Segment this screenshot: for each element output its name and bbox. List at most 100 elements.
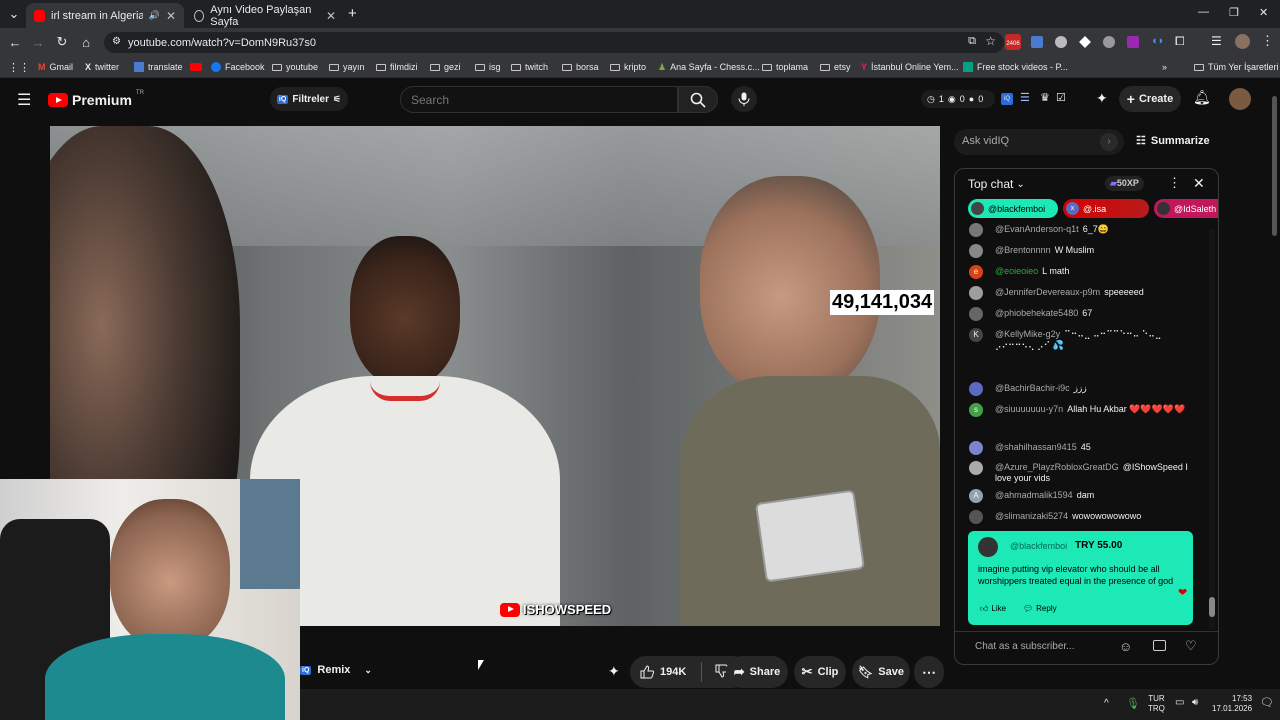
- tab-list-button[interactable]: ⌄: [2, 2, 26, 26]
- bookmark-pexels[interactable]: Free stock videos - P...: [963, 56, 1068, 78]
- network-icon[interactable]: ▭: [1175, 697, 1184, 708]
- puzzle-icon[interactable]: ⧠: [1175, 34, 1185, 49]
- install-icon[interactable]: ⧉: [968, 35, 976, 48]
- language-indicator[interactable]: TUR TRQ: [1148, 694, 1165, 714]
- pinned-donor-3[interactable]: @IdSaleth: [1154, 199, 1218, 218]
- chat-user[interactable]: @ahmadmalik1594: [995, 490, 1073, 500]
- notification-center-icon[interactable]: 🗨︎: [1260, 696, 1274, 709]
- bookmark-folder-filmdizi[interactable]: filmdizi: [376, 56, 418, 78]
- vidiq-list-icon[interactable]: ☰: [1020, 91, 1030, 104]
- save-button[interactable]: 🔖︎ Save: [852, 656, 910, 688]
- bookmark-folder-isg[interactable]: isg: [475, 56, 501, 78]
- scroll-thumb[interactable]: [1272, 96, 1277, 236]
- chat-user[interactable]: @Azure_PlayzRobloxGreatDG: [995, 462, 1119, 472]
- emoji-icon[interactable]: ☺: [1119, 639, 1132, 654]
- volume-icon[interactable]: 🔊︎: [1192, 697, 1198, 708]
- back-icon[interactable]: ←: [3, 30, 27, 54]
- superchat-like-button[interactable]: 👍︎ Like: [980, 604, 1006, 614]
- menu-icon[interactable]: ⋮: [1261, 33, 1274, 49]
- all-bookmarks[interactable]: Tüm Yer İşaretleri: [1194, 56, 1279, 78]
- xp-badge[interactable]: ▰50XP: [1105, 176, 1144, 191]
- forward-icon[interactable]: →: [26, 30, 50, 54]
- chat-menu-icon[interactable]: ⋮: [1168, 175, 1181, 191]
- ext-icon[interactable]: [1103, 36, 1115, 48]
- diamond-ext-icon[interactable]: [1079, 36, 1091, 48]
- reading-list-icon[interactable]: ☰: [1211, 34, 1222, 48]
- chat-user[interactable]: @shahilhassan9415: [995, 442, 1077, 452]
- close-chat-icon[interactable]: ✕: [1193, 175, 1205, 192]
- chat-user[interactable]: @siuuuuuuu-y7n: [995, 404, 1063, 414]
- more-actions-button[interactable]: ⋯: [914, 656, 944, 688]
- scroll-thumb[interactable]: [1209, 597, 1215, 617]
- tab-second[interactable]: Aynı Video Paylaşan Sayfa ✕: [186, 3, 344, 28]
- super-chat-icon[interactable]: [1153, 640, 1166, 651]
- star-icon[interactable]: ☆: [985, 34, 996, 48]
- vidiq-filters-button[interactable]: iQ Filtreler ⚟: [270, 87, 348, 111]
- vidiq-mascot-icon[interactable]: ✦: [1096, 90, 1108, 107]
- superchat-user[interactable]: @blackfemboi: [1010, 541, 1067, 551]
- home-icon[interactable]: ⌂: [74, 30, 98, 54]
- bookmark-folder-kripto[interactable]: kripto: [610, 56, 646, 78]
- bookmark-folder-etsy[interactable]: etsy: [820, 56, 851, 78]
- minimize-button[interactable]: —: [1198, 6, 1209, 18]
- chat-user[interactable]: @eoieoieo: [995, 266, 1038, 276]
- microphone-tray-icon[interactable]: 🎙︎: [1126, 697, 1140, 710]
- heart-outline-icon[interactable]: ♡: [1185, 638, 1197, 654]
- bookmark-folder-yayin[interactable]: yayın: [329, 56, 365, 78]
- trophy-icon[interactable]: ♛: [1040, 91, 1050, 104]
- maximize-button[interactable]: ❐: [1229, 6, 1239, 19]
- chat-mode-dropdown[interactable]: Top chat ⌄: [968, 177, 1025, 191]
- pinned-donor-2[interactable]: x @.isa: [1063, 199, 1149, 218]
- superchat-reply-button[interactable]: 💬︎ Reply: [1023, 604, 1057, 613]
- voice-search-button[interactable]: [731, 86, 757, 112]
- share-button[interactable]: ➦ Share: [726, 656, 788, 688]
- vidiq-stats[interactable]: ◷ 1 ◉ 0 ● 0: [921, 90, 995, 108]
- bookmark-folder-borsa[interactable]: borsa: [562, 56, 599, 78]
- chat-input[interactable]: Chat as a subscriber...: [975, 641, 1075, 652]
- account-avatar[interactable]: [1229, 88, 1251, 110]
- chat-user[interactable]: @EvanAnderson-q1t: [995, 224, 1079, 234]
- reload-icon[interactable]: ↻: [50, 30, 74, 54]
- bookmark-folder-toplama[interactable]: toplama: [762, 56, 808, 78]
- close-tab-icon[interactable]: ✕: [166, 9, 176, 23]
- ext-icon[interactable]: ◖◗: [1151, 35, 1164, 47]
- apps-icon[interactable]: ⋮⋮: [8, 56, 30, 78]
- chat-user[interactable]: @phiobehekate5480: [995, 308, 1078, 318]
- ext-icon[interactable]: [1055, 36, 1067, 48]
- bookmark-youtube-red[interactable]: [190, 56, 202, 78]
- url-bar[interactable]: ⚙ youtube.com/watch?v=DomN9Ru37s0 ⧉ ☆: [104, 32, 1004, 53]
- youtube-premium-logo[interactable]: Premium TR: [48, 90, 144, 108]
- remix-button[interactable]: iQ Remix ⌄: [300, 664, 372, 676]
- close-tab-icon[interactable]: ✕: [326, 9, 336, 23]
- create-button[interactable]: + Create: [1119, 86, 1181, 112]
- like-button[interactable]: 194K: [640, 665, 686, 679]
- chat-user[interactable]: @KellyMike-g2y: [995, 329, 1060, 339]
- chat-scrollbar[interactable]: [1209, 229, 1215, 629]
- translate-ext-icon[interactable]: [1031, 36, 1043, 48]
- page-scrollbar[interactable]: [1271, 86, 1278, 686]
- vidiq-logo-icon[interactable]: iQ: [1001, 93, 1013, 105]
- close-window-button[interactable]: ✕: [1259, 6, 1268, 19]
- bookmark-facebook[interactable]: Facebook: [211, 56, 265, 78]
- chat-user[interactable]: @JenniferDevereaux-p9m: [995, 287, 1100, 297]
- bookmark-yemeksepeti[interactable]: Y İstanbul Online Yem...: [861, 56, 959, 78]
- bookmark-folder-youtube[interactable]: youtube: [272, 56, 318, 78]
- clock[interactable]: 17:53 17.01.2026: [1212, 694, 1252, 714]
- notifications-bell-icon[interactable]: 🔔︎: [1193, 89, 1211, 106]
- bookmark-gmail[interactable]: M Gmail: [38, 56, 73, 78]
- bookmark-twitter[interactable]: Xtwitter: [85, 56, 119, 78]
- chat-user[interactable]: @BachirBachir-i9c: [995, 383, 1070, 393]
- clip-button[interactable]: ✂ Clip: [794, 656, 846, 688]
- bookmark-folder-gezi[interactable]: gezi: [430, 56, 461, 78]
- search-input[interactable]: [400, 86, 678, 113]
- site-info-icon[interactable]: ⚙: [112, 36, 121, 47]
- send-arrow-icon[interactable]: ›: [1100, 133, 1118, 151]
- ext-icon[interactable]: [1127, 36, 1139, 48]
- bookmark-chess[interactable]: ♟ Ana Sayfa - Chess.c...: [658, 56, 760, 78]
- tab-youtube[interactable]: irl stream in Algeria oz - Yo 🔊 ✕: [26, 3, 184, 28]
- chat-user[interactable]: @slimanizaki5274: [995, 511, 1068, 521]
- chevron-up-icon[interactable]: ^: [1104, 698, 1109, 709]
- chat-user[interactable]: @Brentonnnn: [995, 245, 1051, 255]
- vidiq-mascot-icon[interactable]: ✦: [608, 663, 620, 680]
- checklist-icon[interactable]: ☑: [1056, 91, 1066, 104]
